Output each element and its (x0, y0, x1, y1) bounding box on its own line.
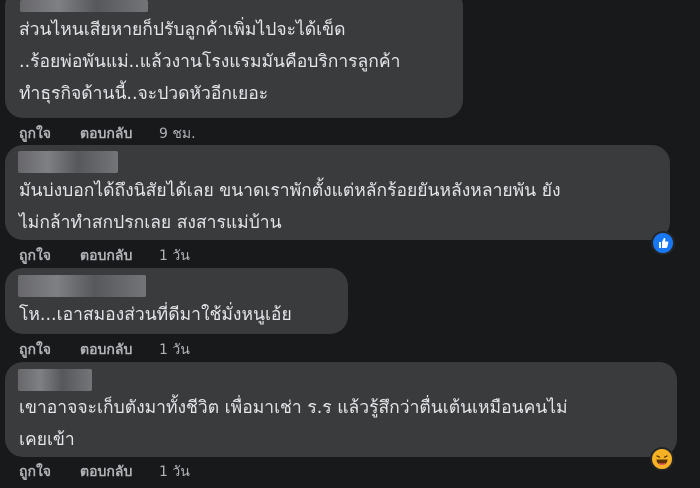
comment-text-line: ส่วนไหนเสียหายก็ปรับลูกค้าเพิ่มไปจะได้เข… (19, 20, 346, 40)
comment-text-line: มันบ่งบอกได้ถึงนิสัยได้เลย ขนาดเราพักตั้… (19, 181, 561, 201)
commenter-name[interactable] (18, 275, 146, 297)
timestamp[interactable]: 1 วัน (159, 339, 190, 361)
comment-text-line: ไม่กล้าทำสกปรกเลย สงสารแม่บ้าน (19, 213, 282, 233)
comment-bubble: เขาอาจจะเก็บตังมาทั้งชีวิต เพื่อมาเช่า ร… (5, 362, 677, 457)
commenter-name[interactable] (18, 369, 92, 391)
like-link[interactable]: ถูกใจ (19, 461, 51, 483)
comment-text-line: โห...เอาสมองส่วนที่ดีมาใช้มั่งหนูเอ้ย (19, 305, 292, 325)
comment-text-line: เขาอาจจะเก็บตังมาทั้งชีวิต เพื่อมาเช่า ร… (19, 398, 568, 418)
like-link[interactable]: ถูกใจ (19, 339, 51, 361)
timestamp[interactable]: 9 ชม. (159, 123, 196, 145)
comment-text-line: เคยเข้า (19, 430, 75, 450)
comment-text-line: ทำธุรกิจด้านนี้..จะปวดหัวอีกเยอะ (19, 84, 269, 104)
reply-link[interactable]: ตอบกลับ (80, 461, 132, 483)
reply-link[interactable]: ตอบกลับ (80, 339, 132, 361)
like-reaction-icon[interactable] (651, 231, 675, 255)
commenter-name[interactable] (20, 0, 148, 12)
reply-link[interactable]: ตอบกลับ (80, 245, 132, 267)
timestamp[interactable]: 1 วัน (159, 245, 190, 267)
comment-bubble: ส่วนไหนเสียหายก็ปรับลูกค้าเพิ่มไปจะได้เข… (5, 0, 463, 118)
like-link[interactable]: ถูกใจ (19, 245, 51, 267)
like-link[interactable]: ถูกใจ (19, 123, 51, 145)
reply-link[interactable]: ตอบกลับ (80, 123, 132, 145)
timestamp[interactable]: 1 วัน (159, 461, 190, 483)
haha-reaction-icon[interactable] (650, 447, 674, 471)
commenter-name[interactable] (18, 151, 118, 173)
comment-text-line: ..ร้อยพ่อพันแม่..แล้วงานโรงแรมมันคือบริก… (19, 52, 401, 72)
